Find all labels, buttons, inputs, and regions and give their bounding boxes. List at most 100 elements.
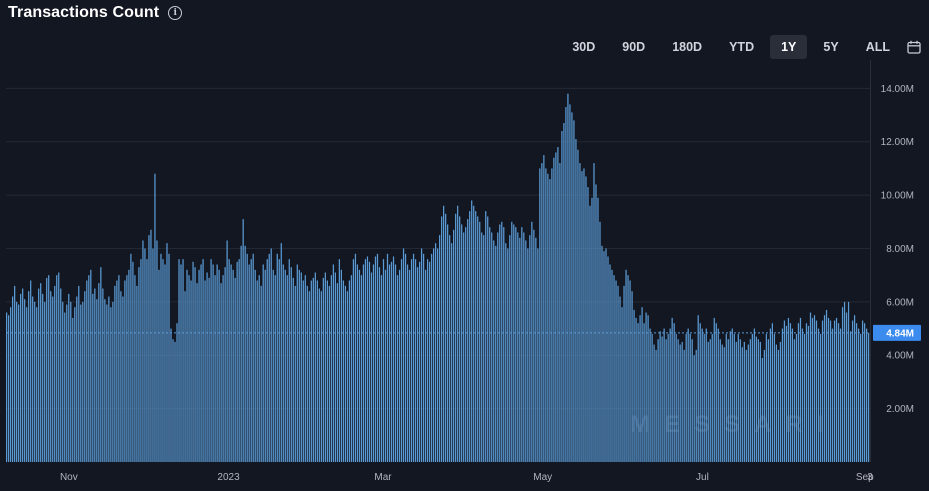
bar [344,285,347,462]
bar [805,323,808,462]
bar [58,272,60,462]
bar [100,267,102,462]
bar [64,312,66,462]
bar [833,320,836,462]
bar [304,275,306,462]
bar [366,256,369,462]
bar [661,336,663,462]
bar [827,317,830,462]
bar [70,301,72,462]
bar [352,259,355,462]
bar [6,312,8,462]
bar [559,163,561,462]
bar [709,339,711,462]
bar [254,269,256,462]
bar [244,245,246,462]
bar [378,267,381,462]
bar [519,237,521,462]
bar [220,283,222,462]
bar [410,259,413,462]
bar [298,269,300,462]
bar [779,341,782,462]
bar [517,232,519,462]
bar [308,291,310,462]
bar [118,275,120,462]
bar [124,280,126,462]
bar [178,259,180,462]
bar [617,285,619,462]
bar [631,291,633,462]
bar [447,224,449,462]
bar [868,332,870,462]
bar [134,275,136,462]
bar [368,261,371,462]
bar [755,336,757,462]
bar [467,219,469,462]
bar [98,283,100,462]
bar [451,243,453,462]
bar [150,229,152,462]
bar [92,293,94,462]
bar [819,333,822,462]
bar [817,328,820,462]
bar [797,323,800,462]
bar [152,248,154,462]
bar [579,163,581,462]
bar [591,197,593,462]
x-tick-label: May [533,472,552,483]
bar [823,315,826,462]
bar [515,227,517,462]
bar [12,296,14,462]
bar [294,285,296,462]
bar [372,264,375,462]
bar [156,240,158,462]
bar [699,323,701,462]
bar [62,301,64,462]
bar [637,323,639,462]
bar [807,325,810,462]
bar [491,232,493,462]
bar [110,307,112,462]
bar [172,339,174,462]
bar [549,179,551,462]
bar [521,227,523,462]
x-axis: Nov 2023 Mar May Jul Sep3 [60,472,874,483]
bar [847,301,850,462]
bar [226,240,228,462]
bar [236,261,238,462]
bar [48,275,50,462]
bar [166,243,168,462]
bar [290,267,292,462]
bar [543,155,545,462]
bar [481,232,483,462]
bar [136,285,138,462]
bar [609,264,611,462]
bar [130,253,132,462]
bar [775,344,778,462]
bar [619,296,621,462]
bar [685,333,687,462]
bar [284,269,286,462]
x-tick-label: Nov [60,472,78,483]
bar [122,296,124,462]
bar [34,301,36,462]
bar [406,264,409,462]
y-tick-label: 6.00M [886,297,914,308]
bar [449,235,451,462]
bar [649,328,651,462]
bar [120,291,122,462]
bar [234,277,236,462]
bar [184,291,186,462]
bar [469,211,471,462]
x-tick-label: Jul [696,472,709,483]
bar [857,328,860,462]
bar [324,272,326,462]
bar [583,168,585,462]
bar [567,93,569,463]
bar [563,123,565,462]
bar [489,227,491,462]
y-tick-label: 12.00M [881,137,914,148]
bar [843,301,846,462]
bar [665,339,667,462]
bar [408,269,411,462]
